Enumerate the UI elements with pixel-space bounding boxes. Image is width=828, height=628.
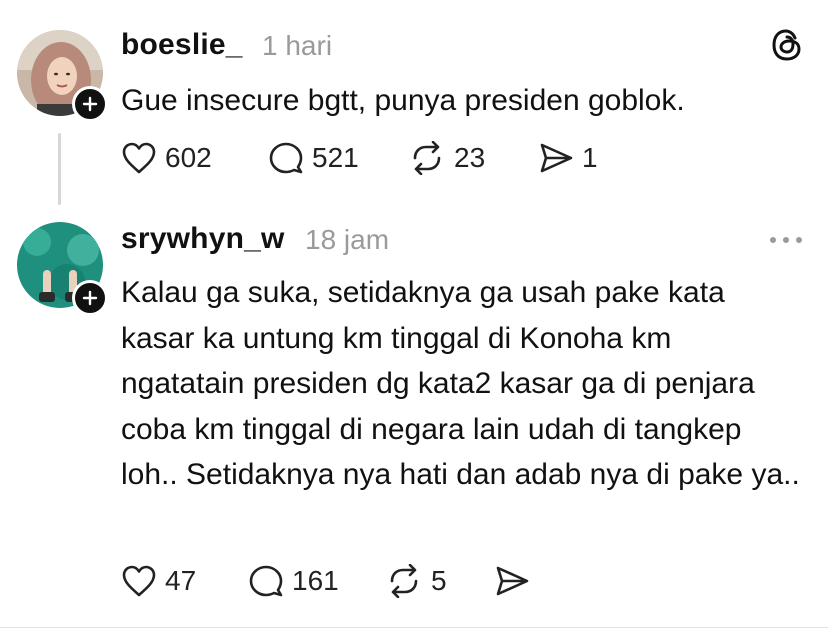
- comment-icon: [249, 565, 283, 597]
- thread-connector-line: [58, 133, 61, 205]
- repost-icon: [413, 141, 441, 175]
- repost-count: 5: [431, 565, 447, 596]
- thread-post-1: boeslie_ 1 hari Gue insecure bgtt, punya…: [0, 0, 828, 210]
- like-count: 602: [165, 142, 212, 173]
- follow-plus-button[interactable]: [72, 280, 108, 316]
- like-button[interactable]: 47: [121, 564, 196, 598]
- reply-button[interactable]: 161: [248, 564, 339, 598]
- post-text: Kalau ga suka, setidaknya ga usah pake k…: [121, 276, 800, 491]
- share-button[interactable]: 1: [538, 141, 598, 175]
- thread-post-2: srywhyn_w 18 jam Kalau ga suka, setidakn…: [0, 210, 828, 628]
- reply-button[interactable]: 521: [268, 141, 359, 175]
- post-text: Gue insecure bgtt, punya presiden goblok…: [121, 84, 685, 117]
- repost-icon: [390, 564, 418, 598]
- repost-button[interactable]: 5: [385, 564, 447, 598]
- share-count: 1: [582, 142, 598, 173]
- username[interactable]: srywhyn_w: [121, 222, 285, 256]
- like-button[interactable]: 602: [121, 141, 212, 175]
- follow-plus-button[interactable]: [72, 86, 108, 122]
- post-timestamp: 1 hari: [262, 30, 333, 61]
- share-button[interactable]: [494, 564, 538, 598]
- reply-count: 161: [292, 565, 339, 596]
- heart-icon: [122, 565, 156, 597]
- comment-icon: [269, 142, 303, 174]
- plus-icon: [82, 290, 98, 306]
- threads-logo-icon[interactable]: [770, 28, 804, 62]
- send-icon: [540, 143, 573, 173]
- heart-icon: [122, 142, 156, 174]
- reply-count: 521: [312, 142, 359, 173]
- more-options-icon[interactable]: [768, 232, 804, 243]
- send-icon: [496, 566, 529, 596]
- post-timestamp: 18 jam: [305, 224, 390, 255]
- repost-count: 23: [454, 142, 486, 173]
- plus-icon: [82, 96, 98, 112]
- like-count: 47: [165, 565, 197, 596]
- repost-button[interactable]: 23: [408, 141, 485, 175]
- username[interactable]: boeslie_: [121, 28, 243, 62]
